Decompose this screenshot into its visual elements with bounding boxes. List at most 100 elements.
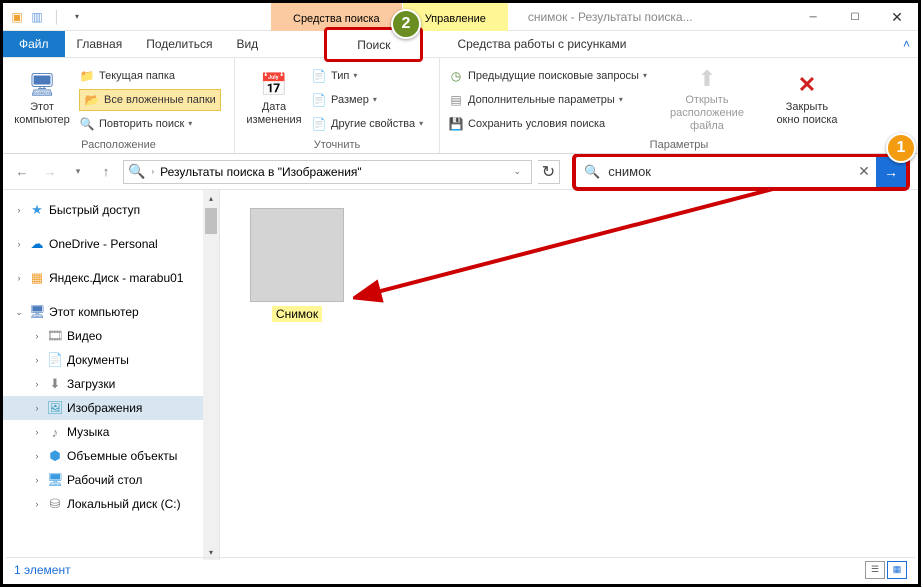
clear-search-button[interactable]: ✕ <box>852 163 876 180</box>
list-icon: ▤ <box>448 92 464 108</box>
address-bar[interactable]: 🔍 › Результаты поиска в "Изображения" ⌄ <box>123 160 532 184</box>
location-group-label: Расположение <box>11 137 226 151</box>
pictures-icon: 🖼 <box>47 400 63 416</box>
home-tab[interactable]: Главная <box>65 31 135 57</box>
refresh-button[interactable]: ↻ <box>538 160 560 184</box>
divider-icon: │ <box>49 9 65 25</box>
annotation-badge-1: 1 <box>886 133 916 163</box>
scroll-up-icon[interactable]: ▴ <box>203 190 219 206</box>
objects3d-item[interactable]: ›⬢Объемные объекты <box>3 444 219 468</box>
file-item[interactable]: Снимок <box>250 208 344 323</box>
forward-button[interactable]: → <box>39 161 61 183</box>
details-view-button[interactable]: ☰ <box>865 561 885 579</box>
document-icon: 📄 <box>47 352 63 368</box>
up-button[interactable]: ↑ <box>95 161 117 183</box>
window-controls: ─ ☐ ✕ <box>792 3 918 30</box>
refine-group: 📅 Дата изменения 📄Тип ▾ 📄Размер ▾ 📄Други… <box>235 58 440 153</box>
music-item[interactable]: ›♪Музыка <box>3 420 219 444</box>
back-button[interactable]: ← <box>11 161 33 183</box>
view-mode-buttons: ☰ ▦ <box>865 561 907 579</box>
cloud-icon: ☁ <box>29 236 45 252</box>
search-box-wrapper: 🔍 ✕ → <box>572 153 910 191</box>
search-folder-icon: 🔍 <box>128 163 145 180</box>
downloads-item[interactable]: ›⬇Загрузки <box>3 372 219 396</box>
breadcrumb[interactable]: Результаты поиска в "Изображения" <box>160 165 362 179</box>
file-menu[interactable]: Файл <box>3 31 65 57</box>
window-title: снимок - Результаты поиска... <box>508 3 792 30</box>
options-group-label: Параметры <box>448 137 910 151</box>
desktop-icon: 🖥 <box>47 472 63 488</box>
quick-access-toolbar: ▣ ▥ │ ▾ <box>3 3 91 30</box>
file-view[interactable]: Снимок <box>220 190 918 560</box>
item-count: 1 элемент <box>14 563 71 577</box>
other-properties-button[interactable]: 📄Другие свойства ▾ <box>311 113 423 135</box>
documents-item[interactable]: ›📄Документы <box>3 348 219 372</box>
pc-icon: 🖥 <box>29 304 45 320</box>
open-location-icon: ⬆ <box>698 66 716 92</box>
navigation-pane[interactable]: ›★Быстрый доступ ›☁OneDrive - Personal ›… <box>3 190 220 560</box>
view-tab[interactable]: Вид <box>224 31 270 57</box>
search-icon: 🔍 <box>79 116 95 132</box>
yandex-icon: ▦ <box>29 270 45 286</box>
picture-tools-tab[interactable]: Средства работы с рисунками <box>445 31 638 57</box>
title-bar: ▣ ▥ │ ▾ Средства поиска Управление снимо… <box>3 3 918 31</box>
status-bar: 1 элемент ☰ ▦ <box>6 557 915 581</box>
folder-icon: 📁 <box>79 68 95 84</box>
content-area: ›★Быстрый доступ ›☁OneDrive - Personal ›… <box>3 190 918 560</box>
files-icon[interactable]: ▥ <box>29 9 45 25</box>
videos-item[interactable]: ›🎞Видео <box>3 324 219 348</box>
file-name-label[interactable]: Снимок <box>272 306 322 322</box>
advanced-options-button[interactable]: ▤Дополнительные параметры ▾ <box>448 89 647 111</box>
tree-scrollbar[interactable]: ▴ ▾ <box>203 190 219 560</box>
ribbon-expand-icon[interactable]: ˄ <box>903 31 918 57</box>
pictures-item[interactable]: ›🖼Изображения <box>3 396 219 420</box>
date-modified-button[interactable]: 📅 Дата изменения <box>243 62 305 137</box>
type-button[interactable]: 📄Тип ▾ <box>311 65 423 87</box>
share-tab[interactable]: Поделиться <box>134 31 224 57</box>
cube-icon: ⬢ <box>47 448 63 464</box>
menu-bar: Файл Главная Поделиться Вид Поиск Средст… <box>3 31 918 58</box>
search-field[interactable]: 🔍 <box>576 157 852 187</box>
icons-view-button[interactable]: ▦ <box>887 561 907 579</box>
video-icon: 🎞 <box>47 328 63 344</box>
file-icon: 📄 <box>311 92 327 108</box>
close-button[interactable]: ✕ <box>876 3 918 31</box>
this-pc-item[interactable]: ⌄🖥Этот компьютер <box>3 300 219 324</box>
yandex-disk-item[interactable]: ›▦Яндекс.Диск - marabu01 <box>3 266 219 290</box>
options-group: ◷Предыдущие поисковые запросы ▾ ▤Дополни… <box>440 58 918 153</box>
quick-access-item[interactable]: ›★Быстрый доступ <box>3 198 219 222</box>
scroll-thumb[interactable] <box>205 208 217 234</box>
recent-searches-button[interactable]: ◷Предыдущие поисковые запросы ▾ <box>448 65 647 87</box>
search-input[interactable] <box>608 164 844 179</box>
desktop-item[interactable]: ›🖥Рабочий стол <box>3 468 219 492</box>
folder-icon: ▣ <box>9 9 25 25</box>
folders-icon: 📂 <box>84 92 100 108</box>
this-pc-button[interactable]: 🖥 Этот компьютер <box>11 62 73 137</box>
maximize-button[interactable]: ☐ <box>834 3 876 31</box>
save-icon: 💾 <box>448 116 464 132</box>
minimize-button[interactable]: ─ <box>792 3 834 31</box>
search-again-button[interactable]: 🔍Повторить поиск ▾ <box>79 113 221 135</box>
qat-dropdown-icon[interactable]: ▾ <box>69 9 85 25</box>
open-file-location-button: ⬆ Открыть расположение файла <box>653 62 761 137</box>
onedrive-item[interactable]: ›☁OneDrive - Personal <box>3 232 219 256</box>
local-disk-item[interactable]: ›⛁Локальный диск (C:) <box>3 492 219 516</box>
file-icon: 📄 <box>311 116 327 132</box>
contextual-tabs: Средства поиска Управление <box>271 3 508 30</box>
size-button[interactable]: 📄Размер ▾ <box>311 89 423 111</box>
close-search-button[interactable]: ✕ Закрыть окно поиска <box>767 62 847 137</box>
refine-group-label: Уточнить <box>243 137 431 151</box>
drive-icon: ⛁ <box>47 496 63 512</box>
monitor-icon: 🖥 <box>28 72 56 98</box>
file-thumbnail[interactable] <box>250 208 344 302</box>
ribbon: 🖥 Этот компьютер 📁Текущая папка 📂Все вло… <box>3 58 918 154</box>
clock-icon: ◷ <box>448 68 464 84</box>
all-subfolders-button[interactable]: 📂Все вложенные папки <box>79 89 221 111</box>
current-folder-button[interactable]: 📁Текущая папка <box>79 65 221 87</box>
download-icon: ⬇ <box>47 376 63 392</box>
close-x-icon: ✕ <box>798 72 816 98</box>
address-dropdown-icon[interactable]: ⌄ <box>513 166 527 177</box>
save-search-button[interactable]: 💾Сохранить условия поиска <box>448 113 647 135</box>
recent-locations-button[interactable]: ▾ <box>67 161 89 183</box>
calendar-icon: 📅 <box>260 72 287 98</box>
